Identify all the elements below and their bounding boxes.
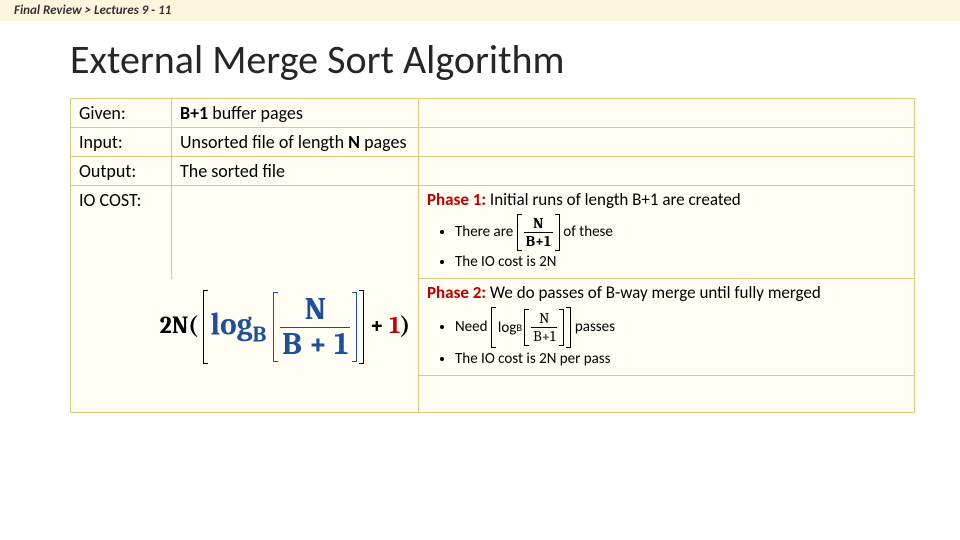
phase1-bullets: There are NB+1 of these The IO cost is 2… xyxy=(455,214,906,271)
phase1-cell: Phase 1: Initial runs of length B+1 are … xyxy=(419,186,915,279)
row-formula: 2N( logB NB + 1 + 1) Phase 2: We do pass… xyxy=(71,279,915,376)
given-value: B+1 buffer pages xyxy=(172,99,419,128)
phase2-bullet-cost: The IO cost is 2N per pass xyxy=(455,350,906,368)
row-spacer xyxy=(71,376,915,413)
io-cost-formula: 2N( logB NB + 1 + 1) xyxy=(71,279,419,376)
phase2-text: We do passes of B-way merge until fully … xyxy=(486,282,821,303)
input-value: Unsorted file of length N pages xyxy=(172,128,419,157)
row-given: Given: B+1 buffer pages xyxy=(71,99,915,128)
row-output: Output: The sorted file xyxy=(71,157,915,186)
iocost-label: IO COST: xyxy=(71,186,172,279)
input-label: Input: xyxy=(71,128,172,157)
output-value: The sorted file xyxy=(172,157,419,186)
phase1-head: Phase 1: xyxy=(427,189,486,210)
page-title: External Merge Sort Algorithm xyxy=(70,35,960,84)
phase1-bullet-cost: The IO cost is 2N xyxy=(455,253,906,271)
phase2-bullet-passes: Need logB NB+1 passes xyxy=(455,307,906,348)
iocost-value xyxy=(172,186,419,279)
phase2-head: Phase 2: xyxy=(427,282,486,303)
given-label: Given: xyxy=(71,99,172,128)
phase2-cell: Phase 2: We do passes of B-way merge unt… xyxy=(419,279,915,376)
phase1-bullet-count: There are NB+1 of these xyxy=(455,214,906,251)
row-input: Input: Unsorted file of length N pages xyxy=(71,128,915,157)
breadcrumb: Final Review > Lectures 9 - 11 xyxy=(0,0,960,21)
row-iocost: IO COST: Phase 1: Initial runs of length… xyxy=(71,186,915,279)
phase2-bullets: Need logB NB+1 passes The IO cost is 2N … xyxy=(455,307,906,368)
output-label: Output: xyxy=(71,157,172,186)
spacer-left xyxy=(71,376,419,413)
algorithm-table: Given: B+1 buffer pages Input: Unsorted … xyxy=(70,98,915,413)
content-area: Given: B+1 buffer pages Input: Unsorted … xyxy=(70,98,915,413)
spacer-right xyxy=(419,376,915,413)
output-phase-cell xyxy=(419,157,915,186)
phase1-text: Initial runs of length B+1 are created xyxy=(486,189,741,210)
input-phase-cell xyxy=(419,128,915,157)
given-phase-cell xyxy=(419,99,915,128)
